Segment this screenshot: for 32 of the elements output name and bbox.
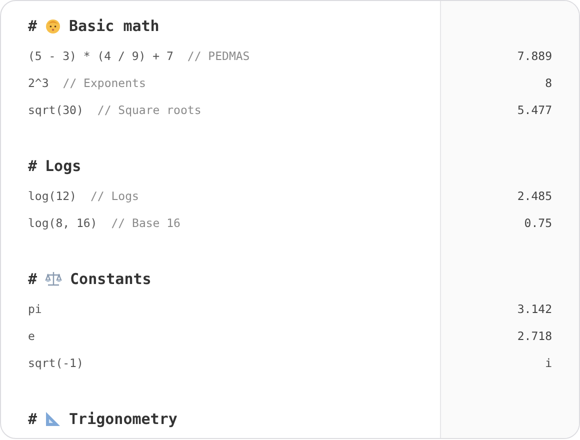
- expression: 2^3: [28, 76, 49, 90]
- result-value: 5.477: [517, 102, 552, 116]
- expression: sqrt(-1): [28, 356, 84, 370]
- triangle-ruler-icon: [45, 411, 62, 427]
- result-value: 2.485: [517, 188, 552, 202]
- section-heading: Constants: [70, 270, 152, 288]
- heading-hash: #: [28, 157, 38, 175]
- heading-hash: #: [28, 270, 38, 288]
- expression: e: [28, 328, 35, 342]
- result-value: 8: [545, 76, 552, 90]
- expression: sqrt(30): [28, 102, 84, 116]
- expression: log(8, 16): [28, 216, 98, 230]
- result-value: 2.718: [517, 328, 552, 342]
- comment: // Logs: [90, 188, 139, 202]
- baby-face-icon: [45, 18, 62, 34]
- section-heading: Logs: [45, 157, 82, 175]
- result-value: 7.889: [517, 48, 552, 62]
- heading-hash: #: [28, 17, 38, 35]
- result-value: 0.75: [524, 216, 552, 230]
- result-value: 3.142: [517, 302, 552, 316]
- comment: // Square roots: [97, 102, 202, 116]
- balance-scale-icon: [45, 271, 62, 287]
- expression: pi: [28, 302, 42, 316]
- comment: // Base 16: [111, 216, 180, 230]
- comment: // PEDMAS: [187, 48, 250, 62]
- heading-hash: #: [28, 410, 38, 428]
- section-heading: Basic math: [69, 17, 160, 35]
- result-value: i: [545, 356, 552, 370]
- comment: // Exponents: [62, 76, 146, 90]
- section-heading: Trigonometry: [69, 410, 178, 428]
- expression: log(12): [28, 188, 76, 202]
- expression: (5 - 3) * (4 / 9) + 7: [28, 48, 174, 62]
